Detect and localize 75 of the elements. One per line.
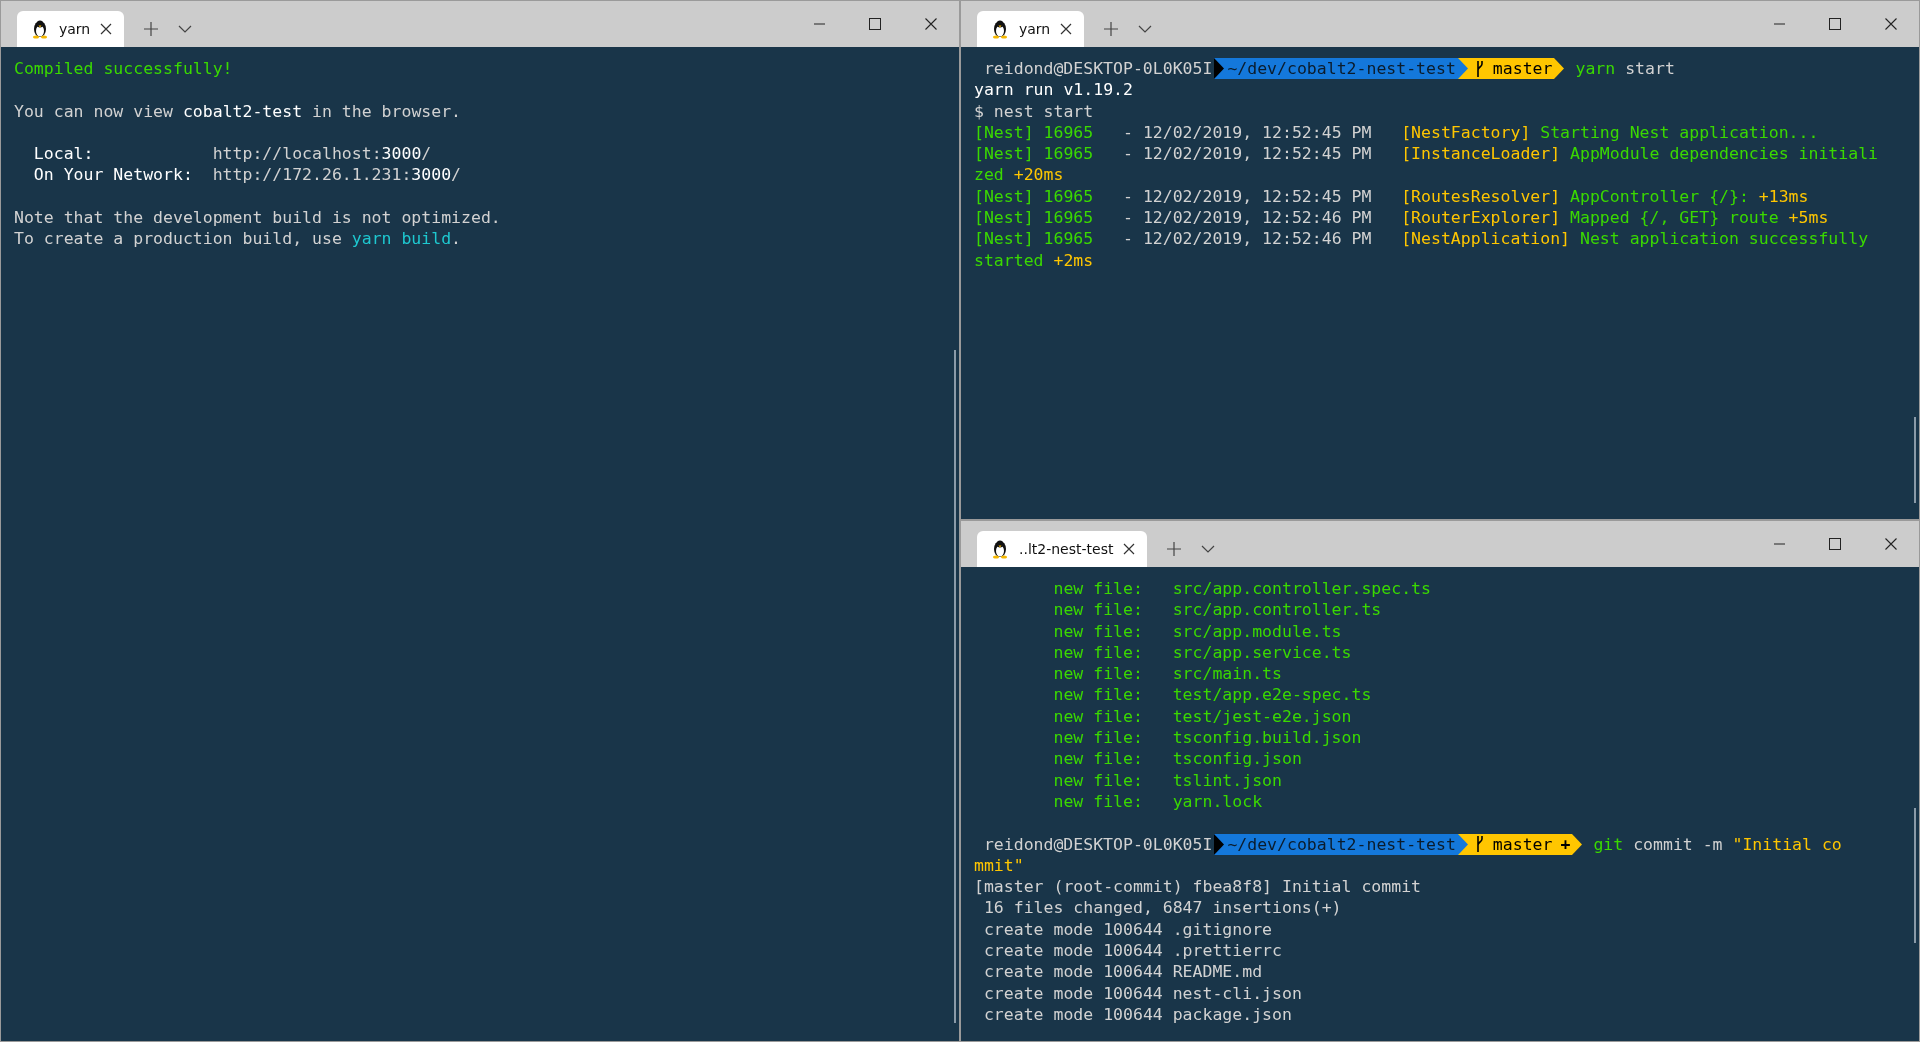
tab[interactable]: ..lt2-nest-test — [977, 531, 1148, 567]
powerline-arrow-icon — [1214, 833, 1226, 855]
terminal-line: new file: yarn.lock — [1052, 790, 1263, 813]
scrollbar-thumb[interactable] — [954, 350, 956, 1023]
branch-name: master — [1492, 58, 1553, 80]
tab[interactable]: yarn — [977, 11, 1085, 47]
terminal-line: create mode 100644 package.json — [982, 1003, 1292, 1026]
command-text: yarn start — [1575, 58, 1675, 80]
branch-icon — [1474, 60, 1485, 77]
plus-icon[interactable] — [144, 22, 159, 36]
terminal-line: create mode 100644 .prettierrc — [982, 940, 1282, 962]
close-icon[interactable] — [100, 23, 113, 35]
terminal-line: create mode 100644 README.md — [982, 961, 1263, 983]
powerline-arrow-icon — [1214, 58, 1226, 80]
terminal-line: 16 files changed, 6847 insertions(+) — [982, 897, 1342, 919]
tab[interactable]: yarn — [17, 11, 125, 47]
penguin-icon — [991, 19, 1009, 39]
tab-title: yarn — [59, 21, 91, 37]
tab-title: ..lt2-nest-test — [1019, 541, 1114, 557]
maximize-icon — [1829, 538, 1841, 550]
terminal-line: Compiled successfully! — [14, 58, 233, 80]
close-icon — [925, 18, 937, 30]
branch-status: + — [1560, 833, 1571, 855]
terminal-line: new file: src/app.service.ts — [1052, 641, 1352, 664]
terminal-line: [Nest] 16965 - 12/02/2019, 12:52:46 PM [NestApplication] Nest application successfully — [974, 228, 1869, 250]
penguin-icon — [31, 19, 49, 39]
terminal-line: new file: tslint.json — [1052, 769, 1282, 791]
terminal-line: [Nest] 16965 - 12/02/2019, 12:52:46 PM [RouterExplorer] Mapped {/, GET} route +5ms — [974, 207, 1829, 229]
terminal-line: new file: src/main.ts — [1052, 663, 1282, 685]
terminal-line: zed +20ms — [974, 164, 1064, 186]
prompt-user: reidond@DESKTOP-0L0K05I — [983, 58, 1213, 80]
scrollbar-thumb[interactable] — [1914, 417, 1916, 503]
terminal-line: [Nest] 16965 - 12/02/2019, 12:52:45 PM [InstanceLoader] AppModule dependencies initiali — [974, 143, 1878, 165]
terminal-line: new file: src/app.controller.ts — [1052, 599, 1382, 621]
terminal-line: new file: src/app.module.ts — [1052, 620, 1342, 642]
terminal-line: new file: tsconfig.json — [1052, 748, 1302, 770]
prompt-user: reidond@DESKTOP-0L0K05I — [983, 833, 1213, 855]
close-icon[interactable] — [1060, 23, 1073, 35]
terminal-line: new file: test/app.e2e-spec.ts — [1052, 684, 1372, 706]
terminal-line: $ nest start — [974, 100, 1094, 122]
branch-icon — [1474, 836, 1485, 853]
terminal-line: yarn run v1.19.2 — [974, 79, 1133, 101]
terminal-line: To create a production build, use yarn build. — [14, 228, 462, 250]
minimize-icon — [813, 23, 825, 25]
terminal-line: new file: test/jest-e2e.json — [1052, 705, 1352, 728]
close-icon — [1885, 18, 1897, 30]
chevron-down-icon[interactable] — [1138, 25, 1153, 33]
command-text: git commit -m "Initial co — [1593, 833, 1842, 855]
terminal-line: Local: http://localhost:3000/ — [32, 143, 432, 165]
terminal-line: You can now view cobalt2-test in the browser. — [14, 100, 462, 122]
terminal-line: create mode 100644 .gitignore — [982, 918, 1272, 941]
minimize-icon — [1773, 23, 1785, 25]
chevron-down-icon[interactable] — [178, 25, 193, 33]
terminal-line: mmit" — [974, 854, 1024, 877]
tab-title: yarn — [1019, 21, 1051, 37]
terminal-line: Note that the development build is not optimized. — [14, 207, 501, 229]
terminal-line: [master (root-commit) fbea8f8] Initial commit — [974, 876, 1422, 898]
terminal-line: started +2ms — [974, 249, 1094, 271]
penguin-icon — [991, 539, 1009, 559]
plus-icon[interactable] — [1104, 22, 1119, 36]
terminal-line: create mode 100644 nest-cli.json — [982, 982, 1302, 1004]
close-icon[interactable] — [1123, 543, 1136, 555]
maximize-icon — [869, 18, 881, 30]
terminal-line: new file: tsconfig.build.json — [1052, 727, 1362, 749]
maximize-icon — [1829, 18, 1841, 30]
chevron-down-icon[interactable] — [1201, 545, 1216, 553]
close-icon — [1885, 538, 1897, 550]
branch-name: master — [1492, 833, 1553, 855]
scrollbar-thumb[interactable] — [1914, 808, 1916, 943]
terminal-line: new file: src/app.controller.spec.ts — [1052, 578, 1431, 600]
terminal-line: On Your Network: http://172.26.1.231:3000/ — [32, 164, 462, 186]
terminal-line: [Nest] 16965 - 12/02/2019, 12:52:45 PM [RoutesResolver] AppController {/}: +13ms — [974, 185, 1809, 208]
terminal-line: [Nest] 16965 - 12/02/2019, 12:52:45 PM [NestFactory] Starting Nest application... — [974, 121, 1819, 144]
minimize-icon — [1773, 543, 1785, 545]
plus-icon[interactable] — [1167, 542, 1182, 556]
